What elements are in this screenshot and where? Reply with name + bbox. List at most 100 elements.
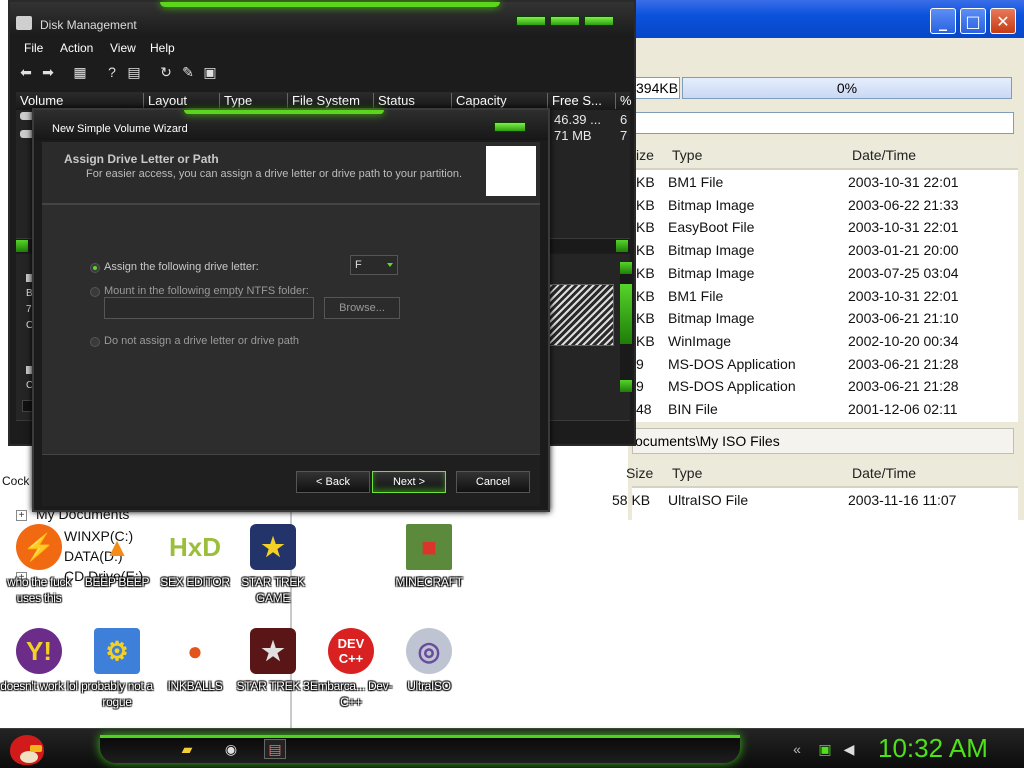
folder-icon[interactable]: ▰: [176, 739, 198, 759]
clock[interactable]: 10:32 AM: [878, 733, 988, 764]
desktop-icon[interactable]: ⚙ probably not a rogue: [78, 628, 156, 728]
cell-size: KB: [636, 196, 655, 213]
list-item[interactable]: KB BM1 File 2003-10-31 22:01: [632, 286, 1018, 308]
percent-free-value: 6: [620, 112, 628, 127]
back-chevron-icon[interactable]: «: [786, 739, 808, 759]
list-item[interactable]: 58 KB UltraISO File 2003-11-16 11:07: [612, 490, 1018, 512]
close-button[interactable]: ✕: [990, 8, 1016, 34]
console-tree-icon[interactable]: ▦: [70, 64, 90, 82]
list-item[interactable]: KB BM1 File 2003-10-31 22:01: [632, 172, 1018, 194]
minimize-button[interactable]: _: [930, 8, 956, 34]
vertical-scrollbar[interactable]: [620, 262, 632, 392]
assign-letter-radio[interactable]: [90, 263, 100, 273]
refresh-icon[interactable]: ↻: [156, 64, 176, 82]
list-item[interactable]: KB WinImage 2002-10-20 00:34: [632, 331, 1018, 353]
minimize-button[interactable]: [516, 16, 546, 26]
app-icon: ⚙: [94, 628, 140, 674]
desktop-icon[interactable]: ● INKBALLS: [156, 628, 234, 728]
list-item[interactable]: 48 BIN File 2001-12-06 02:11: [632, 399, 1018, 421]
desktop-icon[interactable]: HxD SEX EDITOR: [156, 524, 234, 624]
desktop-icon[interactable]: ■ MINECRAFT: [390, 524, 468, 624]
back-button[interactable]: < Back: [296, 471, 370, 493]
list-item[interactable]: 9 MS-DOS Application 2003-06-21 21:28: [632, 354, 1018, 376]
disk-management-task-icon[interactable]: ▤: [264, 739, 286, 759]
menu-help[interactable]: Help: [150, 41, 175, 55]
menu-action[interactable]: Action: [60, 41, 93, 55]
column-date[interactable]: Date/Time: [852, 147, 916, 163]
column-date[interactable]: Date/Time: [852, 465, 916, 481]
wizard-titlebar[interactable]: New Simple Volume Wizard: [34, 110, 548, 140]
column-layout[interactable]: Layout: [144, 93, 220, 109]
app-icon: ★: [250, 628, 296, 674]
start-button[interactable]: [6, 731, 50, 767]
close-button[interactable]: [584, 16, 614, 26]
maximize-button[interactable]: [550, 16, 580, 26]
mount-folder-radio[interactable]: [90, 287, 100, 297]
wizard-title: New Simple Volume Wizard: [52, 123, 188, 135]
capacity-progress-bar: 0%: [682, 77, 1012, 99]
list-item[interactable]: KB Bitmap Image 2003-01-21 20:00: [632, 240, 1018, 262]
mount-folder-input[interactable]: [104, 297, 314, 319]
assign-letter-label[interactable]: Assign the following drive letter:: [104, 261, 259, 273]
settings-icon[interactable]: ▣: [200, 64, 220, 82]
rescan-icon[interactable]: ✎: [178, 64, 198, 82]
scroll-right-icon[interactable]: [616, 240, 628, 252]
column-size[interactable]: Size: [626, 465, 653, 481]
next-button[interactable]: Next >: [372, 471, 446, 493]
back-arrow-icon[interactable]: ⬅: [16, 64, 36, 82]
column-type[interactable]: Type: [220, 93, 288, 109]
desktop-icon-label-partial[interactable]: Cock: [2, 474, 29, 488]
forward-arrow-icon[interactable]: ➡: [38, 64, 58, 82]
local-path-field[interactable]: ocuments\My ISO Files: [632, 428, 1014, 454]
desktop-icon[interactable]: ★ STAR TREK 3: [234, 628, 312, 728]
desktop-icon[interactable]: ★ STAR TREK GAME: [234, 524, 312, 624]
help-icon[interactable]: ?: [102, 64, 122, 82]
close-button[interactable]: [494, 122, 526, 132]
no-letter-label[interactable]: Do not assign a drive letter or drive pa…: [104, 335, 299, 347]
scroll-left-icon[interactable]: [16, 240, 28, 252]
browse-button[interactable]: Browse...: [324, 297, 400, 319]
volume-icon[interactable]: ◀: [838, 739, 860, 759]
ultraiso-titlebar[interactable]: _ □ ✕: [628, 0, 1024, 38]
desktop-icon[interactable]: Y! doesn't work lol: [0, 628, 78, 728]
desktop-icon[interactable]: ▲ BEEP BEEP: [78, 524, 156, 624]
unallocated-partition[interactable]: [542, 284, 614, 346]
list-item[interactable]: 9 MS-DOS Application 2003-06-21 21:28: [632, 376, 1018, 398]
list-item[interactable]: KB Bitmap Image 2003-06-21 21:10: [632, 308, 1018, 330]
cancel-button[interactable]: Cancel: [456, 471, 530, 493]
column-file-system[interactable]: File System: [288, 93, 374, 109]
iso-path-field[interactable]: [632, 112, 1014, 134]
cell-date: 2003-06-22 21:33: [848, 196, 959, 213]
disk-management-titlebar[interactable]: Disk Management: [10, 2, 634, 38]
menu-file[interactable]: File: [24, 41, 43, 55]
network-icon[interactable]: ▣: [814, 739, 836, 759]
properties-icon[interactable]: ▤: [124, 64, 144, 82]
scroll-down-icon[interactable]: [620, 380, 632, 392]
desktop-icon[interactable]: ⚡ who the fuck uses this: [0, 524, 78, 624]
scroll-thumb[interactable]: [620, 284, 632, 344]
list-item[interactable]: KB Bitmap Image 2003-06-22 21:33: [632, 195, 1018, 217]
list-item[interactable]: KB Bitmap Image 2003-07-25 03:04: [632, 263, 1018, 285]
scroll-up-icon[interactable]: [620, 262, 632, 274]
drive-letter-select[interactable]: F: [350, 255, 398, 275]
maximize-button[interactable]: □: [960, 8, 986, 34]
list-item[interactable]: KB EasyBoot File 2003-10-31 22:01: [632, 217, 1018, 239]
desktop-icon-label: doesn't work lol: [0, 679, 78, 693]
column-capacity[interactable]: Capacity: [452, 93, 548, 109]
column-percent[interactable]: %: [616, 93, 632, 109]
mount-folder-label[interactable]: Mount in the following empty NTFS folder…: [104, 285, 309, 297]
desktop-icon[interactable]: ◎ UltraISO: [390, 628, 468, 728]
column-free-space[interactable]: Free S...: [548, 93, 616, 109]
column-type[interactable]: Type: [672, 465, 702, 481]
local-file-list: Size Type Date/Time 58 KB UltraISO File …: [612, 460, 1018, 520]
menu-view[interactable]: View: [110, 41, 136, 55]
expand-toggle[interactable]: +: [16, 510, 27, 521]
chrome-icon[interactable]: ◉: [220, 739, 242, 759]
iso-file-list: ize Type Date/Time KB BM1 File 2003-10-31 …: [632, 142, 1018, 422]
column-type[interactable]: Type: [672, 147, 702, 163]
column-status[interactable]: Status: [374, 93, 452, 109]
column-volume[interactable]: Volume: [16, 93, 144, 109]
column-size[interactable]: ize: [636, 147, 654, 163]
no-letter-radio[interactable]: [90, 337, 100, 347]
desktop-icon[interactable]: DEV C++ Embarca... Dev-C++: [310, 628, 392, 728]
